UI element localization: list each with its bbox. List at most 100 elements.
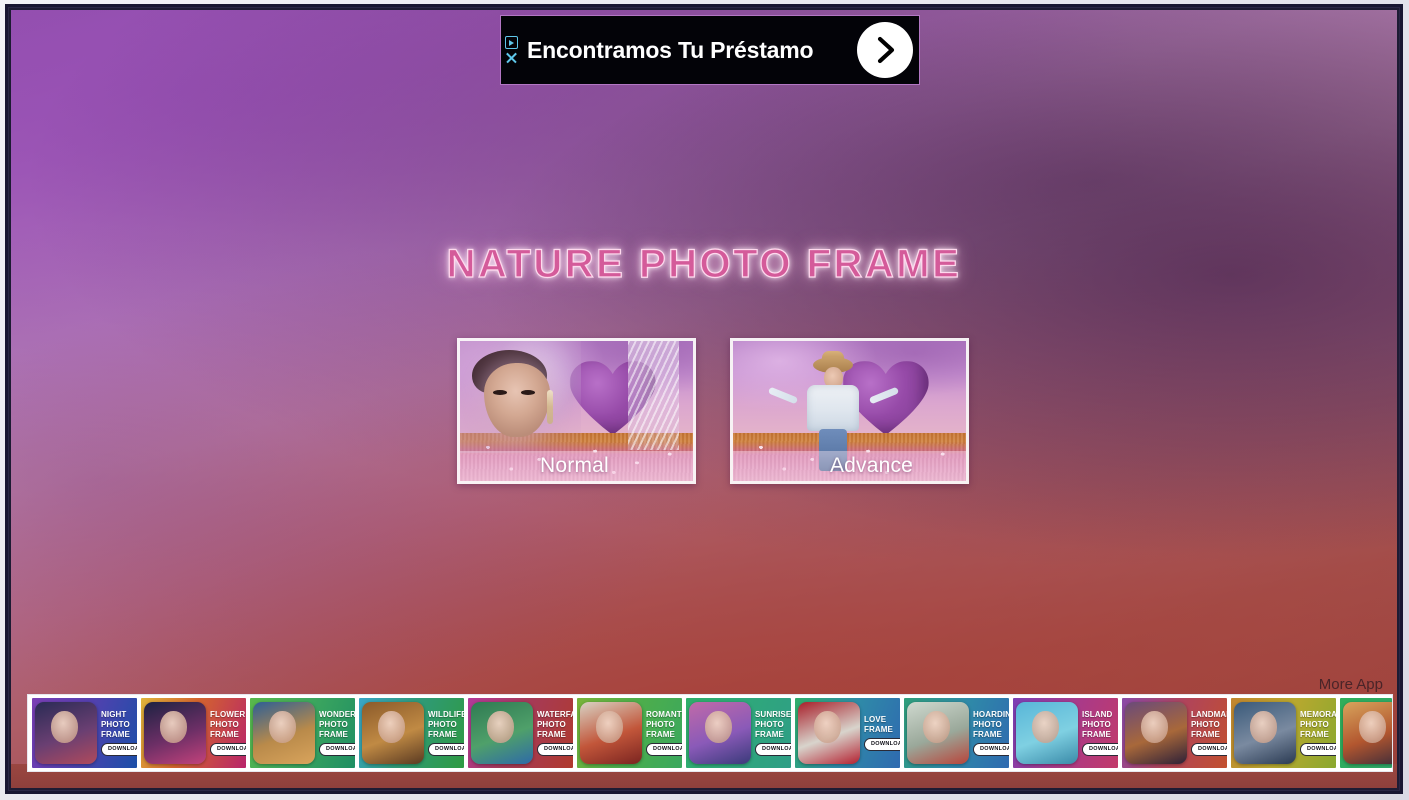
promoted-app-text: MEMORABLEPHOTOFRAME DOWNLOAD bbox=[1296, 710, 1336, 756]
promoted-app-title-line: FRAME bbox=[973, 730, 1002, 739]
promoted-app-thumbnail bbox=[362, 702, 424, 764]
promoted-app-title-line: LOVE bbox=[864, 715, 887, 724]
promoted-app-title-line: FRAME bbox=[1082, 730, 1111, 739]
promoted-app-title-line: SUNRISE bbox=[755, 710, 791, 719]
promoted-app-title-line: FRAME bbox=[864, 725, 893, 734]
promoted-app-tile[interactable]: WONDERPHOTOFRAME DOWNLOAD bbox=[250, 698, 355, 768]
promoted-app-tile[interactable] bbox=[1340, 698, 1392, 768]
more-app-link[interactable]: More App bbox=[1319, 676, 1383, 693]
promoted-app-title-line: MEMORABLE bbox=[1300, 710, 1336, 719]
promoted-app-thumbnail bbox=[1125, 702, 1187, 764]
download-button[interactable]: DOWNLOAD bbox=[864, 738, 900, 751]
promoted-app-thumbnail bbox=[907, 702, 969, 764]
promoted-app-tile[interactable]: FLOWERPHOTOFRAME DOWNLOAD bbox=[141, 698, 246, 768]
promoted-app-title-line: PHOTO bbox=[319, 720, 348, 729]
promoted-app-text: NIGHTPHOTOFRAME DOWNLOAD bbox=[97, 710, 137, 756]
promoted-app-tile[interactable]: ROMANTICPHOTOFRAME DOWNLOAD bbox=[577, 698, 682, 768]
mode-card-group: Normal Advance bbox=[457, 338, 969, 484]
promoted-app-tile[interactable]: WATERFALLPHOTOFRAME DOWNLOAD bbox=[468, 698, 573, 768]
promoted-app-thumbnail bbox=[35, 702, 97, 764]
device-frame: Encontramos Tu Préstamo NATURE PHOTO FRA… bbox=[0, 0, 1409, 800]
mode-label-normal: Normal bbox=[540, 454, 609, 477]
device-bezel: Encontramos Tu Préstamo NATURE PHOTO FRA… bbox=[5, 4, 1403, 794]
promoted-app-thumbnail bbox=[471, 702, 533, 764]
promoted-app-title-line: FRAME bbox=[537, 730, 566, 739]
promoted-app-text: WATERFALLPHOTOFRAME DOWNLOAD bbox=[533, 710, 573, 756]
mode-label-advance: Advance bbox=[829, 454, 914, 477]
promoted-app-title-line: FRAME bbox=[319, 730, 348, 739]
promoted-app-title-line: FLOWER bbox=[210, 710, 246, 719]
page-title: NATURE PHOTO FRAME bbox=[446, 241, 962, 286]
promoted-app-text: ROMANTICPHOTOFRAME DOWNLOAD bbox=[642, 710, 682, 756]
promoted-apps-strip[interactable]: NIGHTPHOTOFRAMEDOWNLOADFLOWERPHOTOFRAMED… bbox=[27, 694, 1393, 772]
top-ad-banner[interactable]: Encontramos Tu Préstamo bbox=[500, 15, 920, 85]
download-button[interactable]: DOWNLOAD bbox=[1300, 743, 1336, 756]
promoted-app-text: HOARDINGPHOTOFRAME DOWNLOAD bbox=[969, 710, 1009, 756]
promoted-app-tile[interactable]: LOVEFRAME DOWNLOAD bbox=[795, 698, 900, 768]
ad-headline-text: Encontramos Tu Préstamo bbox=[527, 36, 814, 63]
promoted-app-tile[interactable]: SUNRISEPHOTOFRAME DOWNLOAD bbox=[686, 698, 791, 768]
ad-banner-icons bbox=[503, 16, 519, 84]
promoted-app-text: SUNRISEPHOTOFRAME DOWNLOAD bbox=[751, 710, 791, 756]
download-button[interactable]: DOWNLOAD bbox=[537, 743, 573, 756]
promoted-app-text: LANDMARKPHOTOFRAME DOWNLOAD bbox=[1187, 710, 1227, 756]
adchoices-play-icon[interactable] bbox=[504, 36, 518, 49]
ad-cta-arrow-button[interactable] bbox=[857, 22, 913, 78]
promoted-app-text: WILDLIFEPHOTOFRAME DOWNLOAD bbox=[424, 710, 464, 756]
promoted-app-title-line: FRAME bbox=[1300, 730, 1329, 739]
download-button[interactable]: DOWNLOAD bbox=[755, 743, 791, 756]
normal-card-label-bar: Normal bbox=[460, 451, 693, 481]
promoted-app-thumbnail bbox=[253, 702, 315, 764]
app-screen: Encontramos Tu Préstamo NATURE PHOTO FRA… bbox=[11, 10, 1397, 788]
promoted-app-title-line: PHOTO bbox=[428, 720, 457, 729]
promoted-app-title-line: WONDER bbox=[319, 710, 355, 719]
promoted-app-title-line: ISLAND bbox=[1082, 710, 1113, 719]
promoted-app-thumbnail bbox=[1343, 702, 1392, 764]
promoted-app-tile[interactable]: HOARDINGPHOTOFRAME DOWNLOAD bbox=[904, 698, 1009, 768]
promoted-app-thumbnail bbox=[580, 702, 642, 764]
promoted-app-title-line: PHOTO bbox=[973, 720, 1002, 729]
promoted-app-title-line: FRAME bbox=[755, 730, 784, 739]
promoted-app-tile[interactable]: MEMORABLEPHOTOFRAME DOWNLOAD bbox=[1231, 698, 1336, 768]
promoted-app-title-line: ROMANTIC bbox=[646, 710, 682, 719]
promoted-app-text: FLOWERPHOTOFRAME DOWNLOAD bbox=[206, 710, 246, 756]
download-button[interactable]: DOWNLOAD bbox=[646, 743, 682, 756]
promoted-app-text: ISLANDPHOTOFRAME DOWNLOAD bbox=[1078, 710, 1118, 756]
download-button[interactable]: DOWNLOAD bbox=[210, 743, 246, 756]
promoted-app-title-line: NIGHT bbox=[101, 710, 127, 719]
promoted-app-title-line: FRAME bbox=[101, 730, 130, 739]
promoted-app-title-line: FRAME bbox=[210, 730, 239, 739]
promoted-app-title-line: WATERFALL bbox=[537, 710, 573, 719]
promoted-app-thumbnail bbox=[689, 702, 751, 764]
advance-card-label-bar: Advance bbox=[733, 451, 966, 481]
promoted-app-title-line: PHOTO bbox=[537, 720, 566, 729]
promoted-app-tile[interactable]: LANDMARKPHOTOFRAME DOWNLOAD bbox=[1122, 698, 1227, 768]
promoted-app-tile[interactable]: ISLANDPHOTOFRAME DOWNLOAD bbox=[1013, 698, 1118, 768]
promoted-app-title-line: FRAME bbox=[1191, 730, 1220, 739]
promoted-app-title-line: PHOTO bbox=[1300, 720, 1329, 729]
promoted-app-thumbnail bbox=[1234, 702, 1296, 764]
download-button[interactable]: DOWNLOAD bbox=[319, 743, 355, 756]
download-button[interactable]: DOWNLOAD bbox=[428, 743, 464, 756]
promoted-app-title-line: HOARDING bbox=[973, 710, 1009, 719]
promoted-app-title-line: FRAME bbox=[646, 730, 675, 739]
promoted-app-thumbnail bbox=[798, 702, 860, 764]
promoted-app-title-line: WILDLIFE bbox=[428, 710, 464, 719]
promoted-app-tile[interactable]: NIGHTPHOTOFRAME DOWNLOAD bbox=[32, 698, 137, 768]
download-button[interactable]: DOWNLOAD bbox=[1191, 743, 1227, 756]
promoted-app-title-line: LANDMARK bbox=[1191, 710, 1227, 719]
mode-card-normal[interactable]: Normal bbox=[457, 338, 696, 484]
promoted-app-title-line: FRAME bbox=[428, 730, 457, 739]
download-button[interactable]: DOWNLOAD bbox=[973, 743, 1009, 756]
promoted-app-tile[interactable]: WILDLIFEPHOTOFRAME DOWNLOAD bbox=[359, 698, 464, 768]
download-button[interactable]: DOWNLOAD bbox=[1082, 743, 1118, 756]
bride-portrait bbox=[460, 341, 582, 453]
promoted-app-thumbnail bbox=[144, 702, 206, 764]
download-button[interactable]: DOWNLOAD bbox=[101, 743, 137, 756]
promoted-app-title-line: PHOTO bbox=[101, 720, 130, 729]
promoted-app-title-line: PHOTO bbox=[646, 720, 675, 729]
close-icon[interactable] bbox=[505, 51, 518, 64]
mode-card-advance[interactable]: Advance bbox=[730, 338, 969, 484]
lace-veil-decoration bbox=[627, 341, 680, 451]
promoted-app-title-line: PHOTO bbox=[1191, 720, 1220, 729]
